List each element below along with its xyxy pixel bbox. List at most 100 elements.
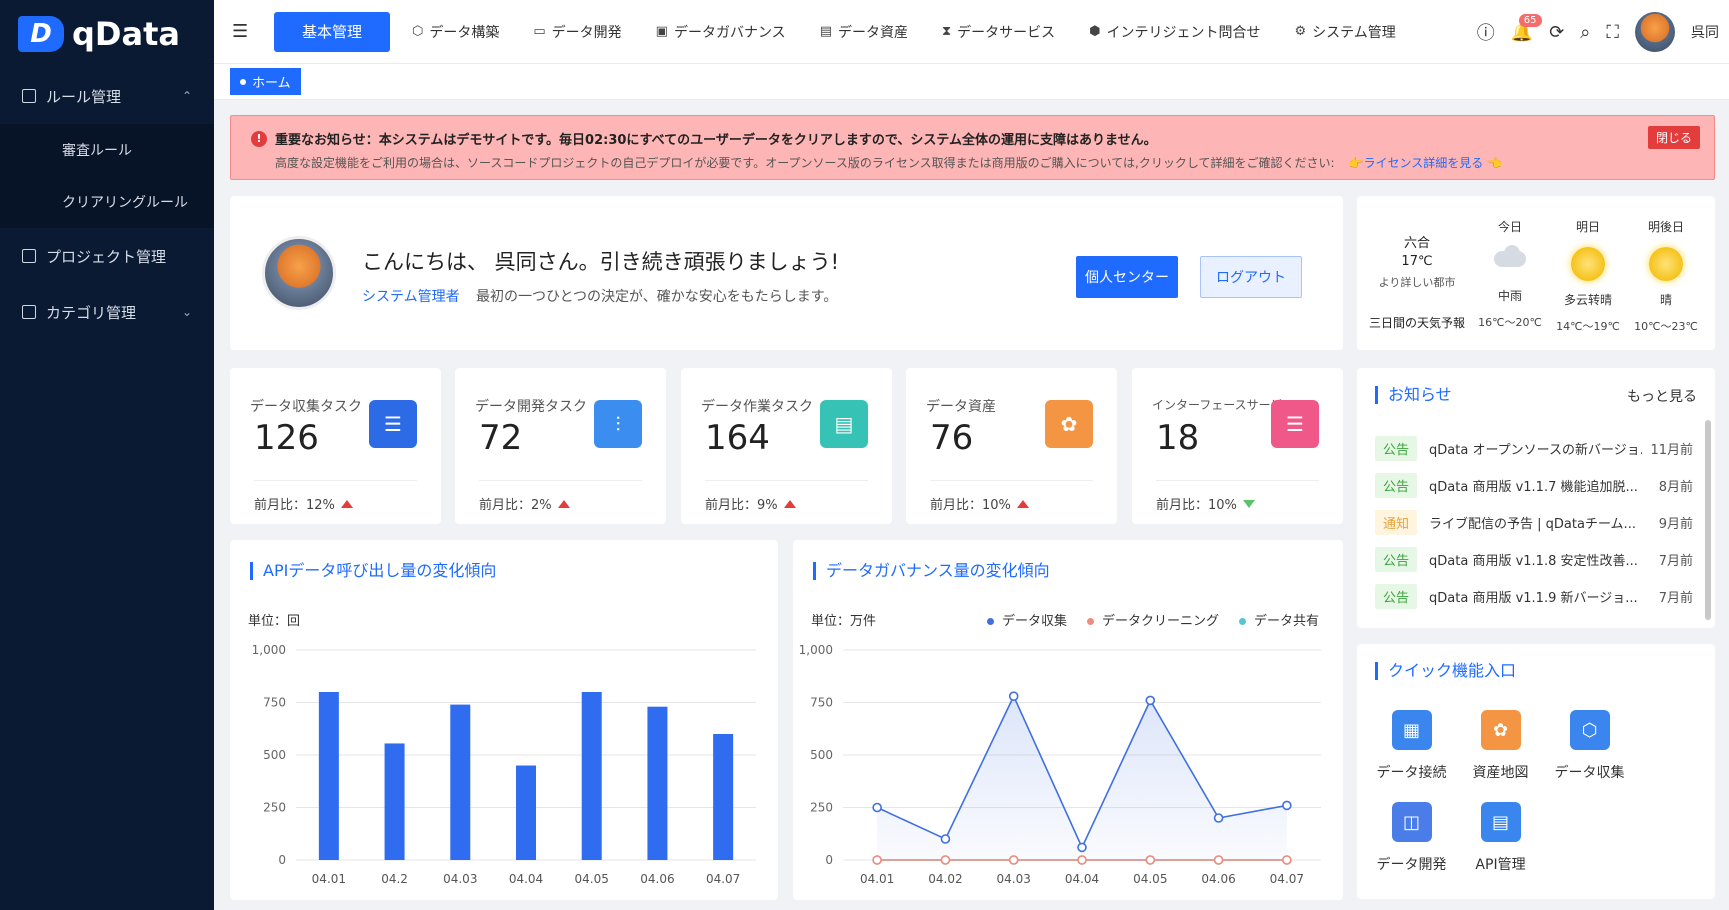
quick-item[interactable]: ▤ API管理 xyxy=(1456,802,1545,894)
forecast-tomorrow: 明日 多云转晴 14℃～19℃ xyxy=(1548,218,1628,334)
compare-text: 前月比：9% xyxy=(705,498,778,513)
weather-card: 六合 17℃ より詳しい都市 三日間の天気予報 今日 中雨 16℃～20℃ 明日… xyxy=(1357,196,1715,350)
trend-up-icon xyxy=(1016,499,1029,508)
bar xyxy=(450,704,471,860)
help-icon[interactable]: ⓘ xyxy=(1477,19,1495,45)
menu-toggle-icon[interactable]: ☰ xyxy=(232,21,250,42)
active-dot-icon xyxy=(240,78,246,85)
quick-item[interactable]: ✿ 資産地図 xyxy=(1456,710,1545,802)
quick-item[interactable]: ◫ データ開発 xyxy=(1367,802,1456,894)
fullscreen-icon[interactable]: ⛶ xyxy=(1606,22,1619,43)
nav-data-build[interactable]: ⬡ データ構築 xyxy=(412,22,499,42)
nav-data-asset[interactable]: ▤ データ資産 xyxy=(820,22,908,42)
sidebar-item-categories[interactable]: カテゴリ管理 ⌄ xyxy=(0,284,214,340)
logout-button[interactable]: ログアウト xyxy=(1200,256,1302,298)
refresh-icon[interactable]: ⟳ xyxy=(1549,22,1564,43)
nav-data-service[interactable]: ⧗ データサービス xyxy=(942,22,1055,42)
quick-item[interactable]: ▦ データ接続 xyxy=(1367,710,1456,802)
nav-label: データ資産 xyxy=(837,24,908,41)
notice-text: qData 商用版 v1.1.7 機能追加脱... xyxy=(1429,480,1638,495)
trend-up-icon xyxy=(557,499,570,508)
x-tick-label: 04.07 xyxy=(706,872,740,886)
user-name[interactable]: 呉同 xyxy=(1691,22,1719,42)
bar xyxy=(516,765,536,860)
notice-item[interactable]: 公告 qData オープンソースの新バージョ... 11月前 xyxy=(1375,430,1693,467)
notice-item[interactable]: 公告 qData 商用版 v1.1.9 新バージョ... 7月前 xyxy=(1375,578,1693,615)
x-tick-label: 04.04 xyxy=(1065,872,1099,886)
license-link[interactable]: 👉ライセンス詳細を見る 👈 xyxy=(1349,154,1502,171)
notification-badge: 65 xyxy=(1518,13,1542,27)
data-point xyxy=(1077,855,1087,865)
data-point xyxy=(1145,855,1156,865)
notice-date: 7月前 xyxy=(1658,591,1693,606)
nav-label: データ構築 xyxy=(429,24,500,41)
bar xyxy=(713,734,734,860)
sidebar-item-clearing-rules[interactable]: クリアリングルール xyxy=(0,176,214,228)
stat-card-collect[interactable]: データ収集タスク 126 ☰ 前月比：12% xyxy=(230,368,441,524)
nav-data-dev[interactable]: ▭ データ開発 xyxy=(533,22,621,42)
grid-icon xyxy=(22,89,36,103)
notice-tag: 公告 xyxy=(1375,473,1418,498)
bell-icon[interactable]: 🔔 65 xyxy=(1511,13,1542,43)
logo-text: qData xyxy=(72,15,180,53)
role-link[interactable]: システム管理者 xyxy=(362,286,460,306)
weather-more-cities[interactable]: より詳しい都市 xyxy=(1357,274,1477,290)
header-icons: ⓘ 🔔 65 ⟳ ⌕ ⛶ 呉同 xyxy=(1477,0,1719,64)
tab-home[interactable]: ホーム xyxy=(230,68,301,95)
close-button[interactable]: 閉じる xyxy=(1647,126,1700,149)
search-icon[interactable]: ⌕ xyxy=(1580,22,1590,43)
divider xyxy=(1156,480,1319,481)
notice-item[interactable]: 公告 qData 商用版 v1.1.8 安定性改善... 7月前 xyxy=(1375,541,1693,578)
scrollbar[interactable] xyxy=(1705,420,1711,620)
nav-label: データガバナンス xyxy=(673,24,786,41)
nav-intelligent-query[interactable]: ⬢ インテリジェント問合せ xyxy=(1089,22,1260,42)
bar-chart: 1,000 750 500 250 0 04.01 04.2 04.03 04.04 04.05 0… xyxy=(252,643,756,886)
nav-system-management[interactable]: ⚙ システム管理 xyxy=(1294,22,1395,42)
weather-temp: 17℃ xyxy=(1401,254,1433,269)
stat-card-work[interactable]: データ作業タスク 164 ▤ 前月比：9% xyxy=(681,368,892,524)
nav-label: データ開発 xyxy=(551,24,622,41)
stat-label: データ開発タスク xyxy=(475,399,587,415)
y-tick-label: 1,000 xyxy=(799,643,833,657)
notice-item[interactable]: 通知 ライブ配信の予告 | qDataチーム... 9月前 xyxy=(1375,504,1693,541)
sidebar-item-review-rules[interactable]: 審査ルール xyxy=(0,124,214,176)
sidebar-item-label: ルール管理 xyxy=(46,87,122,106)
quick-item[interactable]: ⬡ データ収集 xyxy=(1545,710,1634,802)
y-tick-label: 0 xyxy=(278,853,286,867)
compare-text: 前月比：10% xyxy=(1156,498,1237,513)
sidebar-item-projects[interactable]: プロジェクト管理 xyxy=(0,228,214,284)
personal-center-button[interactable]: 個人センター xyxy=(1076,256,1178,298)
trend-down-icon xyxy=(1242,499,1255,508)
x-tick-label: 04.01 xyxy=(860,872,894,886)
stat-compare: 前月比：10% xyxy=(930,494,1029,513)
tags-view: ホーム xyxy=(214,64,1729,100)
sidebar-item-label: カテゴリ管理 xyxy=(46,303,137,322)
data-point xyxy=(872,855,882,865)
forecast-day-after: 明後日 晴 10℃～23℃ xyxy=(1626,218,1706,334)
nav-label: データサービス xyxy=(957,24,1056,41)
rain-cloud-icon xyxy=(1488,245,1532,277)
sidebar-item-rules[interactable]: ルール管理 ⌃ xyxy=(0,68,214,124)
basic-management-button[interactable]: 基本管理 xyxy=(274,11,390,52)
more-link[interactable]: もっと見る xyxy=(1627,386,1697,406)
y-tick-label: 1,000 xyxy=(252,643,286,657)
stat-card-dev[interactable]: データ開発タスク 72 ⫶ 前月比：2% xyxy=(455,368,666,524)
y-tick-label: 250 xyxy=(810,801,833,815)
notice-tag: 公告 xyxy=(1375,547,1418,572)
quick-grid: ▦ データ接続 ✿ 資産地図 ⬡ データ収集 ◫ データ開発 ▤ API管理 xyxy=(1367,710,1705,894)
avatar[interactable] xyxy=(1635,12,1675,52)
notice-item[interactable]: 公告 qData 商用版 v1.1.7 機能追加脱... 8月前 xyxy=(1375,467,1693,504)
box-icon xyxy=(22,305,36,319)
stat-compare: 前月比：10% xyxy=(1156,494,1255,513)
x-tick-label: 04.02 xyxy=(928,872,962,886)
submenu: 審査ルール クリアリングルール xyxy=(0,124,214,228)
quick-entry-title: クイック機能入口 xyxy=(1375,662,1516,680)
x-tick-label: 04.01 xyxy=(312,872,346,886)
stat-card-interface[interactable]: インターフェースサービス 18 ☰ 前月比：10% xyxy=(1132,368,1343,524)
logo[interactable]: D qData xyxy=(0,0,214,68)
data-point xyxy=(1008,855,1019,865)
stat-card-asset[interactable]: データ資産 76 ✿ 前月比：10% xyxy=(906,368,1117,524)
quick-item-label: データ開発 xyxy=(1376,857,1447,873)
shield-icon: ▣ xyxy=(655,24,668,39)
nav-data-governance[interactable]: ▣ データガバナンス xyxy=(656,22,786,42)
